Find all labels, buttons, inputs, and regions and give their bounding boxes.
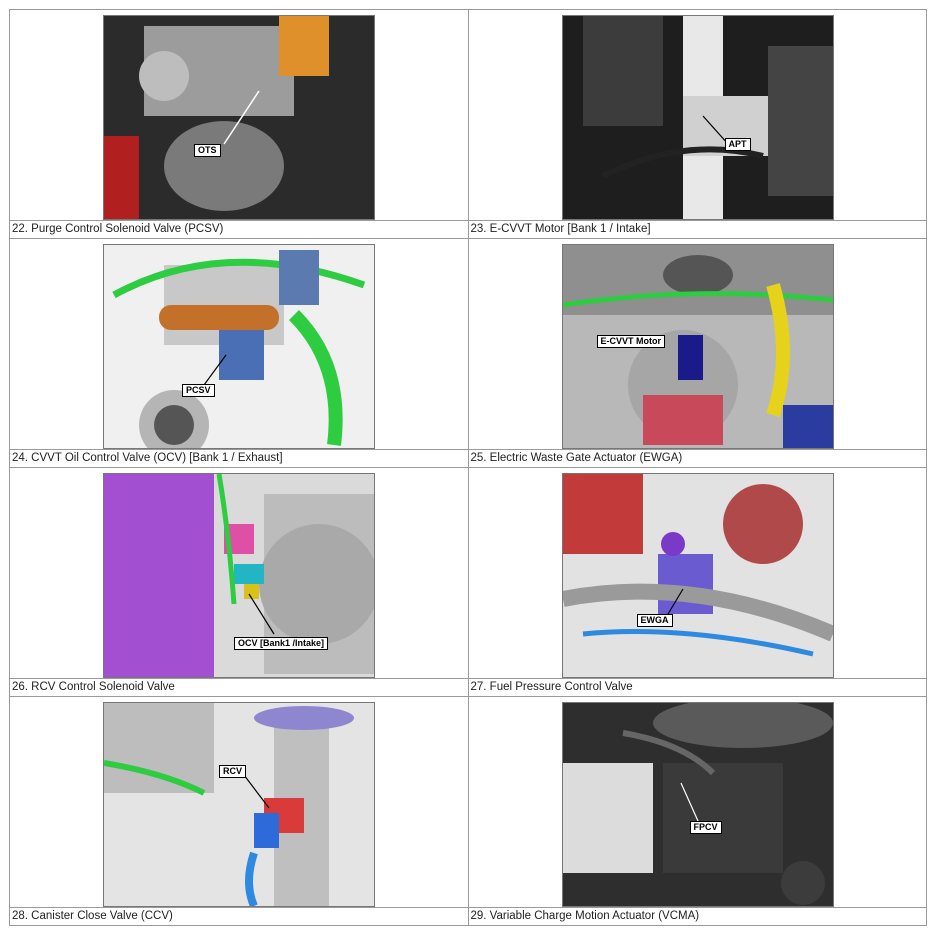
caption-cell: 27. Fuel Pressure Control Valve	[467, 678, 927, 697]
image-cell: FPCV	[467, 696, 927, 908]
photo-pcsv: PCSV	[103, 244, 375, 449]
photo-apt: APT	[561, 15, 834, 220]
engine-illustration	[562, 16, 833, 219]
image-cell: OTS	[9, 9, 469, 221]
part-label-ecvvt-motor: E-CVVT Motor	[596, 335, 665, 348]
caption-cell: 29. Variable Charge Motion Actuator (VCM…	[467, 907, 927, 926]
photo-ewga: EWGA	[561, 473, 834, 678]
photo-ocv: OCV [Bank1 /Intake]	[103, 473, 375, 678]
caption-cell: 22. Purge Control Solenoid Valve (PCSV)	[9, 220, 469, 239]
part-label-pcsv: PCSV	[182, 384, 215, 397]
photo-fpcv: FPCV	[561, 702, 834, 907]
part-label-apt: APT	[724, 138, 751, 151]
image-cell: OCV [Bank1 /Intake]	[9, 467, 469, 679]
engine-illustration	[562, 703, 833, 906]
part-label-ewga: EWGA	[636, 614, 673, 627]
engine-illustration	[562, 474, 833, 677]
image-cell: RCV	[9, 696, 469, 908]
engine-illustration	[104, 16, 374, 219]
part-label-ocv: OCV [Bank1 /Intake]	[234, 637, 329, 650]
caption-cell: 26. RCV Control Solenoid Valve	[9, 678, 469, 697]
part-label-rcv: RCV	[219, 765, 247, 778]
photo-rcv: RCV	[103, 702, 375, 907]
part-label-fpcv: FPCV	[689, 821, 722, 834]
engine-illustration	[104, 703, 374, 906]
part-label-ots: OTS	[194, 144, 221, 157]
photo-ots: OTS	[103, 15, 375, 220]
parts-table: OTS APT 22. Purge Control Solenoid Valve…	[9, 9, 927, 926]
caption-cell: 25. Electric Waste Gate Actuator (EWGA)	[467, 449, 927, 468]
caption-cell: 24. CVVT Oil Control Valve (OCV) [Bank 1…	[9, 449, 469, 468]
image-cell: EWGA	[467, 467, 927, 679]
image-cell: APT	[467, 9, 927, 221]
image-cell: E-CVVT Motor	[467, 238, 927, 450]
image-cell: PCSV	[9, 238, 469, 450]
photo-ecvvt-motor: E-CVVT Motor	[561, 244, 834, 449]
engine-illustration	[104, 245, 374, 448]
caption-cell: 23. E-CVVT Motor [Bank 1 / Intake]	[467, 220, 927, 239]
caption-cell: 28. Canister Close Valve (CCV)	[9, 907, 469, 926]
